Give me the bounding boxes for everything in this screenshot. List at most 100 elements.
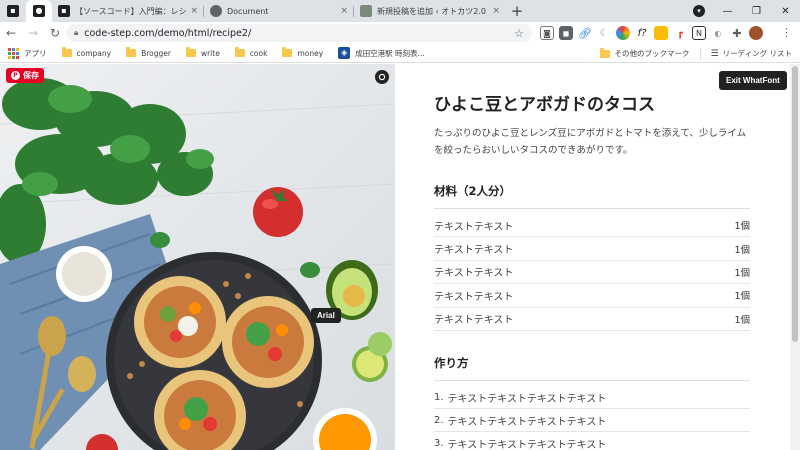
minimize-icon[interactable]: — xyxy=(713,6,742,17)
bookmark-label: その他のブックマーク xyxy=(614,49,690,58)
grey-extension-icon[interactable]: ◐ xyxy=(711,26,725,40)
orange-extension-icon[interactable]: ┏ xyxy=(673,26,687,40)
url-text[interactable]: code-step.com/demo/html/recipe2/ xyxy=(84,28,514,39)
tacos-illustration xyxy=(0,64,395,450)
close-tab-icon[interactable]: × xyxy=(340,6,348,16)
bookmark-label: company xyxy=(76,48,112,58)
bookmark-label: リーディング リスト xyxy=(722,49,792,58)
back-arrow-icon[interactable]: ← xyxy=(0,22,22,44)
scrollbar-thumb[interactable] xyxy=(792,66,798,342)
bookmark-label: Brogger xyxy=(141,48,171,58)
bookmark-label: cook xyxy=(249,48,268,58)
list-item: テキストテキスト 1個 xyxy=(434,308,750,331)
bookmark-divider xyxy=(699,47,701,60)
reload-icon[interactable]: ↻ xyxy=(44,22,66,44)
ingredient-qty: 1個 xyxy=(734,314,750,326)
square-extension-icon[interactable]: ◼ xyxy=(559,26,573,40)
notion-extension-icon[interactable]: N xyxy=(692,26,706,40)
address-bar[interactable]: 🔒︎ code-step.com/demo/html/recipe2/ ☆ xyxy=(66,24,532,42)
yellow-extension-icon[interactable] xyxy=(654,26,668,40)
bookmark-folder-money[interactable]: money xyxy=(282,47,324,58)
tab-search-icon[interactable]: ▾ xyxy=(693,5,705,17)
tab-1[interactable]: ▪ xyxy=(0,0,26,22)
folder-icon xyxy=(234,47,245,57)
list-item: テキストテキスト 1個 xyxy=(434,284,750,308)
steps-heading: 作り方 xyxy=(434,355,750,381)
list-item: 1. テキストテキストテキストテキスト xyxy=(434,386,750,409)
step-text: テキストテキストテキストテキスト xyxy=(447,416,607,428)
ingredients-list: テキストテキスト 1個 テキストテキスト 1個 テキストテキスト 1個 テキスト… xyxy=(434,214,750,331)
bookmark-folder-write[interactable]: write xyxy=(185,47,220,58)
pinterest-save-button[interactable]: P 保存 xyxy=(6,68,44,83)
tab-5[interactable]: 新規投稿を追加 ‹ オトカツ2.0 — W… × xyxy=(354,0,506,22)
folder-icon xyxy=(599,47,610,58)
other-bookmarks[interactable]: その他のブックマーク xyxy=(599,47,690,59)
recipe-description: たっぷりのひよこ豆とレンズ豆にアボガドとトマトを添えて、少しライムを絞ったらおい… xyxy=(434,128,747,156)
tab-title: 新規投稿を追加 ‹ オトカツ2.0 — W… xyxy=(377,6,488,16)
globe-icon xyxy=(210,5,222,17)
list-item: テキストテキスト 1個 xyxy=(434,237,750,261)
reading-list[interactable]: ☰ リーディング リスト xyxy=(711,48,792,59)
folder-icon xyxy=(61,47,72,57)
menu-kebab-icon[interactable]: ⋮ xyxy=(781,26,792,39)
ingredients-heading: 材料（2人分） xyxy=(434,183,750,209)
color-picker-extension-icon[interactable] xyxy=(616,26,630,40)
puzzle-extensions-icon[interactable]: ✚ xyxy=(730,26,744,40)
step-number: 3. xyxy=(434,437,444,449)
bookmark-folder-company[interactable]: company xyxy=(61,47,112,58)
forward-arrow-icon[interactable]: → xyxy=(22,22,44,44)
bookmark-label: アプリ xyxy=(24,48,47,58)
lens-search-icon[interactable] xyxy=(375,70,389,84)
camera-extension-icon[interactable]: ◙ xyxy=(540,26,554,40)
steps-list: 1. テキストテキストテキストテキスト 2. テキストテキストテキストテキスト … xyxy=(434,386,750,450)
tab-strip: ▪ ● ▪ 【ソースコード】入門編：レシピサイト… × Document × 新… xyxy=(0,0,800,22)
tab-2[interactable]: ● xyxy=(26,0,52,22)
page-favicon-icon xyxy=(360,5,372,17)
bookmark-folder-brogger[interactable]: Brogger xyxy=(126,47,171,58)
bookmark-label: money xyxy=(297,48,324,58)
lock-icon[interactable]: 🔒︎ xyxy=(74,28,78,38)
keyhole-favicon-icon: ● xyxy=(33,5,45,17)
web-page: P 保存 Arial ひよこ豆とアボガドのタコス たっぷりのひよこ豆とレンズ豆に… xyxy=(0,64,800,450)
link-extension-icon[interactable]: 🔗︎ xyxy=(578,26,592,40)
restore-icon[interactable]: ❐ xyxy=(742,6,771,17)
folder-icon xyxy=(185,47,196,57)
folder-icon xyxy=(282,47,293,57)
pin-label: 保存 xyxy=(23,71,39,80)
new-tab-button[interactable]: + xyxy=(506,0,528,22)
bookmark-label: write xyxy=(200,48,220,58)
page-favicon-icon: ▪ xyxy=(7,5,19,17)
list-item: 3. テキストテキストテキストテキスト xyxy=(434,432,750,450)
page-title: ひよこ豆とアボガドのタコス xyxy=(434,95,655,115)
list-item: テキストテキスト 1個 xyxy=(434,214,750,238)
moon-extension-icon[interactable]: ☾ xyxy=(597,26,611,40)
ingredient-name: テキストテキスト xyxy=(434,268,514,280)
whatfont-extension-icon[interactable]: f? xyxy=(635,26,649,40)
tab-title: Document xyxy=(227,6,269,16)
close-tab-icon[interactable]: × xyxy=(190,6,198,16)
page-favicon-icon: ▪ xyxy=(58,5,70,17)
exit-whatfont-button[interactable]: Exit WhatFont xyxy=(719,71,787,90)
ingredient-qty: 1個 xyxy=(734,267,750,279)
bookmark-folder-cook[interactable]: cook xyxy=(234,47,268,58)
bookmark-star-icon[interactable]: ☆ xyxy=(514,27,524,40)
extension-icons: ◙ ◼ 🔗︎ ☾ f? ┏ N ◐ ✚ xyxy=(540,26,763,40)
page-scrollbar[interactable] xyxy=(790,64,800,450)
folder-icon xyxy=(126,47,137,57)
close-tab-icon[interactable]: × xyxy=(492,6,500,16)
tacos-photo xyxy=(0,64,395,450)
tab-3[interactable]: ▪ 【ソースコード】入門編：レシピサイト… × xyxy=(52,0,204,22)
ingredient-name: テキストテキスト xyxy=(434,315,514,327)
reading-list-icon: ☰ xyxy=(710,48,719,59)
browser-toolbar: ← → ↻ 🔒︎ code-step.com/demo/html/recipe2… xyxy=(0,22,800,44)
list-item: 2. テキストテキストテキストテキスト xyxy=(434,409,750,432)
ingredient-name: テキストテキスト xyxy=(434,221,514,233)
pinterest-icon: P xyxy=(11,71,20,80)
avatar[interactable] xyxy=(749,26,763,40)
close-window-icon[interactable]: ✕ xyxy=(771,6,800,17)
window-controls: — ❐ ✕ xyxy=(713,0,800,22)
tab-4[interactable]: Document × xyxy=(204,0,354,22)
bookmark-station-timetable[interactable]: ◈ 成田空港駅 時刻表... xyxy=(338,47,425,59)
apps-bookmark[interactable]: アプリ xyxy=(8,47,47,59)
step-text: テキストテキストテキストテキスト xyxy=(447,439,607,450)
